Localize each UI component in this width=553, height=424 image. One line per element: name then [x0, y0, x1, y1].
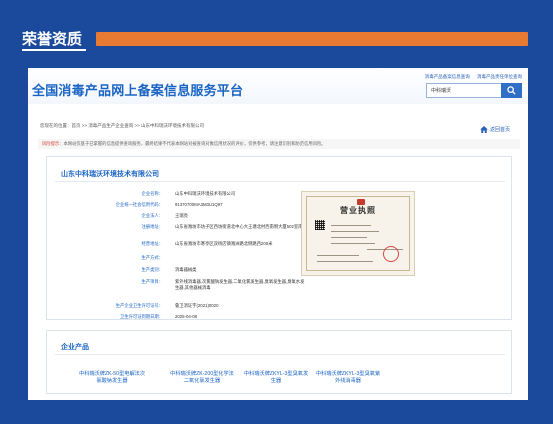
- screenshot-card: 全国消毒产品网上备案信息服务平台 消毒产品备案信息查询 消毒产品责任单位查询 您…: [28, 68, 528, 400]
- info-label: 生产项目：: [141, 279, 163, 284]
- search-icon: [507, 86, 516, 95]
- home-icon: [480, 126, 488, 133]
- license-text-line: [317, 255, 359, 256]
- info-label: 经营地址：: [141, 241, 163, 246]
- license-border: 营业执照: [306, 196, 410, 271]
- info-label: 生产类别：: [141, 267, 163, 272]
- info-value: 消毒器械类: [175, 267, 197, 272]
- top-links: 消毒产品备案信息查询 消毒产品责任单位查询: [419, 74, 522, 80]
- info-value: 紫外线消毒器,次氯酸钠发生器,二氧化氯发生器,臭氧发生器,臭氧水发生器,其他器械…: [175, 279, 305, 290]
- site-title: 全国消毒产品网上备案信息服务平台: [32, 84, 244, 99]
- red-seal-icon: [383, 246, 399, 262]
- license-text-line: [331, 231, 379, 232]
- info-value: 山东省潍坊市寒亭区双杨店镇潍洲路北侧路西200米: [175, 241, 273, 246]
- info-label: 卫生许可证到期日期：: [120, 314, 163, 319]
- section-title-underline: [22, 49, 86, 51]
- home-link[interactable]: 返回首页: [480, 126, 510, 133]
- license-text-line: [331, 225, 371, 226]
- search-input[interactable]: [427, 84, 503, 97]
- product-link[interactable]: 中科瑞沃牌ZKYL-3型臭氧紫外线消毒器: [315, 371, 381, 385]
- risk-notice: 风险提示：本网站仅基于已掌握的信息提供查询服务，最终结果不代表本网站对被查询对象…: [38, 139, 520, 149]
- info-label: 注册地址：: [141, 224, 163, 229]
- info-label: 企业名称：: [141, 191, 163, 196]
- info-label: 企业法人：: [141, 213, 163, 218]
- product-link[interactable]: 中科瑞沃牌ZK-50型电解法次氯酸钠发生器: [79, 371, 145, 385]
- top-link-filing-query[interactable]: 消毒产品备案信息查询: [425, 74, 470, 79]
- breadcrumb[interactable]: 您现在的位置：首页 >> 消毒产品生产企业查询 >> 山东中科瑞沃环境技术有限公…: [28, 120, 528, 132]
- info-label: 生产方式：: [141, 255, 163, 260]
- section-accent-bar: [96, 32, 528, 46]
- info-value: 91370700MA3M3U1Q97: [175, 202, 223, 207]
- info-label: 企业统一社会信用代码：: [115, 202, 163, 207]
- license-text-line: [317, 261, 373, 262]
- company-panel: 山东中科瑞沃环境技术有限公司 企业名称： 山东中科瑞沃环境技术有限公司 企业统一…: [46, 156, 512, 320]
- info-value: 鲁卫消证字(2021)0020: [175, 303, 219, 308]
- search-button[interactable]: [501, 83, 522, 98]
- site-header: 全国消毒产品网上备案信息服务平台 消毒产品备案信息查询 消毒产品责任单位查询: [28, 68, 528, 104]
- product-link[interactable]: 中科瑞沃牌ZKYL-3型臭氧发生器: [243, 371, 309, 385]
- license-text-line: [331, 237, 367, 238]
- license-text-line: [331, 243, 375, 244]
- product-link[interactable]: 中科瑞沃牌ZK-200型化学法二氧化氯发生器: [169, 371, 235, 385]
- info-label: 生产企业卫生许可证号：: [115, 303, 163, 308]
- business-license-image[interactable]: 营业执照: [301, 191, 415, 276]
- search-box: [426, 83, 522, 98]
- products-panel: 企业产品 中科瑞沃牌ZK-50型电解法次氯酸钠发生器 中科瑞沃牌ZK-200型化…: [46, 330, 512, 394]
- info-value: 王瑞亮: [175, 213, 188, 218]
- divider: [55, 354, 505, 355]
- company-name-heading: 山东中科瑞沃环境技术有限公司: [61, 170, 159, 178]
- info-value: 山东中科瑞沃环境技术有限公司: [175, 191, 236, 196]
- risk-notice-label: 风险提示：: [42, 141, 64, 146]
- top-link-responsible-query[interactable]: 消毒产品责任单位查询: [477, 74, 522, 79]
- products-heading: 企业产品: [61, 343, 89, 351]
- section-header: 荣誉资质: [22, 28, 530, 52]
- info-value: 2025-04-08: [175, 314, 197, 319]
- license-title: 营业执照: [340, 205, 376, 215]
- home-link-label: 返回首页: [489, 127, 510, 133]
- divider: [55, 181, 505, 182]
- info-value: 山东省潍坊市坊子区西坊街道北中心大王塘北村西南侧大厦502室南: [175, 224, 303, 229]
- qr-code-icon: [315, 220, 325, 230]
- risk-notice-text: 本网站仅基于已掌握的信息提供查询服务，最终结果不代表本网站对被查询对象信用状况的…: [63, 141, 326, 146]
